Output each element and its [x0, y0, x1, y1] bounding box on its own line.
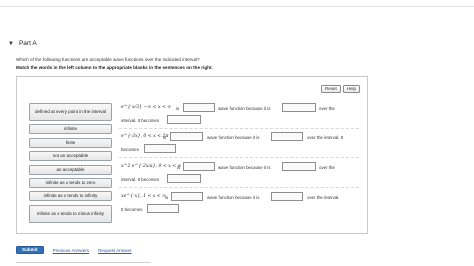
sentence-text: becomes — [121, 147, 139, 152]
sentence-text: interval. It becomes — [121, 177, 160, 182]
sentence-divider — [119, 187, 359, 188]
part-header[interactable]: ▼ Part A — [8, 39, 37, 49]
sentence-text: is — [163, 134, 167, 140]
sentence-text: over the interval. — [307, 194, 340, 200]
sentence-text: over the interval. It — [307, 134, 344, 140]
top-divider — [0, 6, 474, 7]
sentence-math: e^{-3x}, 0 < x < 2π — [121, 134, 169, 139]
answer-blank[interactable] — [282, 103, 316, 112]
answer-blank[interactable] — [167, 115, 201, 124]
sentence-text: It becomes — [121, 207, 143, 212]
answer-blank[interactable] — [271, 132, 303, 141]
sentence-math: x^2 e^{-2x/a}, 0 < x < ∞ — [121, 164, 182, 169]
sentence-text: is — [165, 194, 169, 200]
sentence-1: e^{-x/3} −∞ < x < ∞ is wave function bec… — [119, 103, 359, 129]
word-chip[interactable]: infinite as x tends to infinity — [29, 191, 112, 201]
sentence-text: wave function because it is — [218, 105, 271, 111]
sentence-math: e^{-x/3} −∞ < x < ∞ — [121, 105, 172, 110]
word-chip[interactable]: finite — [29, 138, 112, 148]
sentence-math: xe^{-x}, 1 < x < ∞ — [121, 194, 166, 199]
sentence-text: is — [176, 105, 180, 111]
help-button[interactable]: Help — [342, 85, 360, 93]
word-chip[interactable]: defined at every point in the interval — [29, 103, 112, 121]
collapse-caret-icon[interactable]: ▼ — [8, 39, 14, 49]
word-chip[interactable]: not an acceptable — [29, 151, 112, 161]
instructions-text: Match the words in the left column to th… — [16, 65, 213, 70]
word-chip[interactable]: infinite as x tends to minus infinity — [29, 205, 112, 223]
answer-blank[interactable] — [171, 192, 203, 201]
answer-blank[interactable] — [183, 162, 215, 171]
answer-actions: Submit Previous Answers Request Answer — [16, 246, 132, 254]
sentence-text: is — [177, 164, 181, 170]
bottom-divider — [16, 262, 151, 266]
sentence-text: over the — [319, 105, 335, 111]
answer-blank[interactable] — [183, 103, 215, 112]
matching-work-area: Reset Help defined at every point in the… — [16, 76, 368, 234]
work-area-controls: Reset Help — [320, 85, 360, 93]
question-text: Which of the following functions are acc… — [16, 57, 200, 62]
word-chip[interactable]: an acceptable — [29, 165, 112, 175]
answer-blank[interactable] — [271, 192, 303, 201]
submit-button[interactable]: Submit — [16, 246, 44, 254]
part-title: Part A — [18, 40, 37, 47]
sentence-divider — [119, 128, 359, 129]
word-chip[interactable]: infinite as x tends to zero — [29, 178, 112, 188]
sentence-text: wave function because it is — [207, 194, 260, 200]
word-chip[interactable]: infinite — [29, 124, 112, 134]
answer-blank[interactable] — [144, 144, 176, 153]
sentence-text: interval. It becomes — [121, 118, 160, 123]
answer-blank[interactable] — [170, 132, 203, 141]
sentence-text: over the — [319, 164, 335, 170]
sentence-3: x^2 e^{-2x/a}, 0 < x < ∞ is wave functio… — [119, 162, 359, 188]
sentence-2: e^{-3x}, 0 < x < 2π is wave function bec… — [119, 132, 359, 158]
answer-blank[interactable] — [167, 174, 201, 183]
answer-blank[interactable] — [147, 204, 179, 213]
sentence-4: xe^{-x}, 1 < x < ∞ is wave function beca… — [119, 192, 359, 218]
request-answer-link[interactable]: Request Answer — [98, 248, 131, 253]
answer-blank[interactable] — [282, 162, 316, 171]
sentence-text: wave function because it is — [218, 164, 271, 170]
sentence-text: wave function because it is — [207, 134, 260, 140]
sentence-divider — [119, 157, 359, 158]
reset-button[interactable]: Reset — [320, 85, 341, 93]
previous-answers-link[interactable]: Previous Answers — [53, 248, 90, 253]
